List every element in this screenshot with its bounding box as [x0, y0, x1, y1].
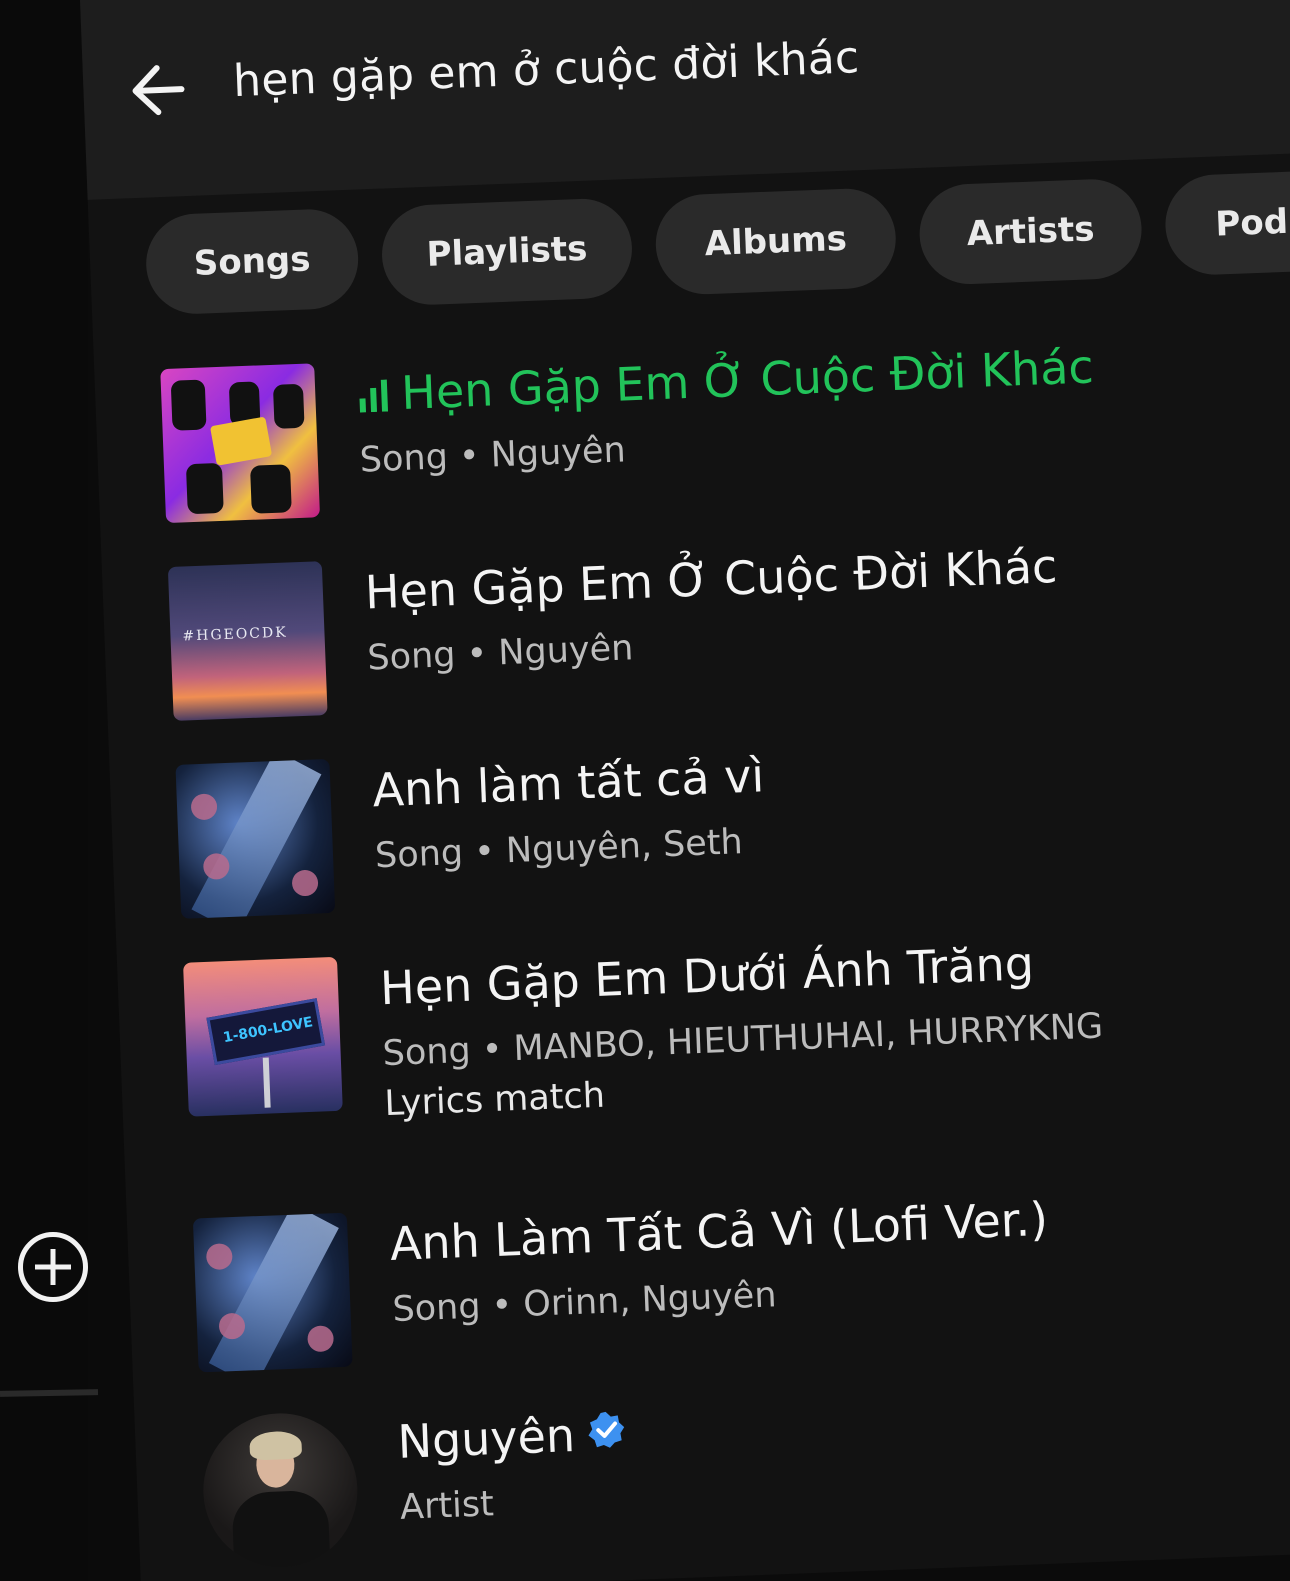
result-title: Hẹn Gặp Em Dưới Ánh Trăng: [379, 936, 1035, 1016]
left-strip: [0, 0, 88, 1581]
add-circle-icon[interactable]: [18, 1232, 88, 1302]
filter-chip-podcasts[interactable]: Pod: [1163, 169, 1290, 277]
result-row[interactable]: #HGEOCDK Hẹn Gặp Em Ở Cuộc Đời Khác Song…: [167, 533, 1062, 721]
result-title: Hẹn Gặp Em Ở Cuộc Đời Khác: [356, 339, 1095, 422]
verified-badge-icon: [588, 1411, 625, 1448]
back-arrow-icon[interactable]: [122, 54, 195, 127]
search-results-screen: hẹn gặp em ở cuộc đời khác Songs Playlis…: [80, 0, 1290, 1581]
results-list: Hẹn Gặp Em Ở Cuộc Đời Khác Song • Nguyên…: [160, 324, 1290, 1571]
album-art: [160, 363, 321, 524]
result-title: Nguyên: [397, 1406, 628, 1470]
result-subtitle: Song • Orinn, Nguyên: [391, 1275, 778, 1331]
result-row[interactable]: Anh làm tất cả vì Song • Nguyên, Seth: [175, 742, 768, 919]
result-subtitle: Artist: [399, 1484, 495, 1528]
album-art: #HGEOCDK: [167, 561, 328, 721]
filter-chips: Songs Playlists Albums Artists Pod: [144, 169, 1290, 326]
result-row[interactable]: Hẹn Gặp Em Ở Cuộc Đời Khác Song • Nguyên: [160, 333, 1098, 524]
now-playing-icon: [359, 379, 389, 413]
album-art: [175, 758, 336, 919]
filter-chip-playlists[interactable]: Playlists: [380, 197, 634, 307]
result-title: Hẹn Gặp Em Ở Cuộc Đời Khác: [363, 538, 1059, 620]
result-subtitle: Song • Nguyên: [359, 430, 627, 481]
filter-chip-songs[interactable]: Songs: [144, 207, 361, 316]
result-row-artist[interactable]: Nguyên Artist: [200, 1400, 631, 1571]
album-art-text: 1-800-LOVE: [221, 1014, 315, 1047]
result-subtitle: Song • Nguyên, Seth: [374, 822, 744, 877]
filter-chip-artists[interactable]: Artists: [917, 177, 1144, 286]
result-title: Anh Làm Tất Cả Vì (Lofi Ver.): [388, 1191, 1049, 1271]
app-stage: "r hẹn gặp em ở cuộc đời khác Songs Play…: [0, 0, 1290, 1581]
search-header: hẹn gặp em ở cuộc đời khác: [80, 0, 1290, 200]
album-art: [192, 1212, 353, 1373]
result-row[interactable]: Anh Làm Tất Cả Vì (Lofi Ver.) Song • Ori…: [192, 1186, 1053, 1373]
result-row[interactable]: 1-800-LOVE Hẹn Gặp Em Dưới Ánh Trăng Son…: [183, 928, 1106, 1132]
album-art-text: #HGEOCDK: [182, 624, 288, 645]
search-query-input[interactable]: hẹn gặp em ở cuộc đời khác: [232, 32, 860, 107]
result-subtitle: Song • Nguyên: [366, 628, 635, 679]
filter-chip-albums[interactable]: Albums: [653, 186, 898, 297]
album-art: 1-800-LOVE: [183, 956, 343, 1117]
artist-avatar: [200, 1410, 361, 1571]
result-title: Anh làm tất cả vì: [371, 748, 766, 818]
